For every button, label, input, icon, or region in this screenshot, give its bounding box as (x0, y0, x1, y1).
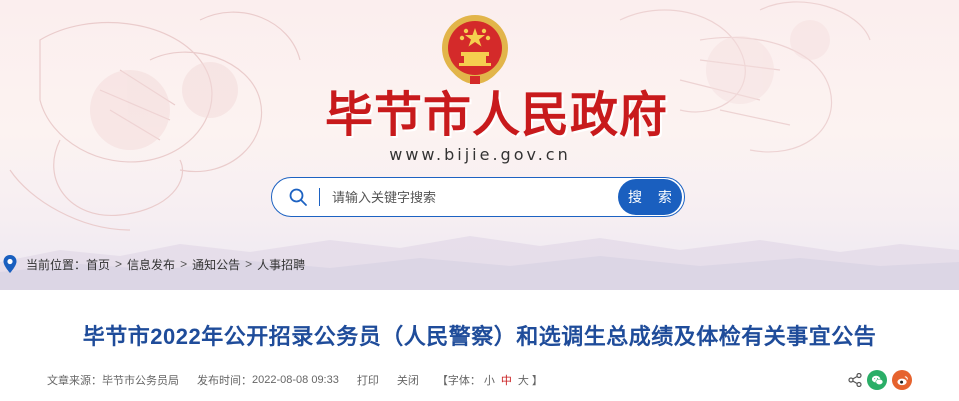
font-size-label: 【字体： (436, 375, 481, 387)
weibo-icon[interactable] (892, 370, 912, 390)
wechat-icon[interactable] (867, 370, 887, 390)
publish-time-label: 发布时间： (197, 375, 252, 387)
search-icon[interactable] (288, 187, 308, 207)
national-emblem-icon (442, 15, 508, 85)
breadcrumb-separator: > (180, 257, 188, 271)
article-panel: 毕节市2022年公开招录公务员（人民警察）和选调生总成绩及体检有关事宜公告 文章… (0, 290, 959, 401)
font-size-medium[interactable]: 中 (501, 372, 512, 388)
publish-time-value: 2022-08-08 09:33 (252, 374, 339, 386)
font-size-small[interactable]: 小 (484, 372, 495, 388)
site-name[interactable]: 毕节市人民政府 (325, 86, 667, 144)
print-button[interactable]: 打印 (357, 372, 379, 388)
share-bar (848, 369, 912, 391)
search-input[interactable] (332, 186, 612, 208)
source-value: 毕节市公务员局 (102, 375, 179, 387)
breadcrumb-separator: > (115, 257, 123, 271)
breadcrumb-hr-recruitment[interactable]: 人事招聘 (257, 256, 305, 273)
breadcrumb-prefix: 当前位置： (26, 257, 87, 272)
search-bar: 搜 索 (271, 177, 685, 217)
article-title: 毕节市2022年公开招录公务员（人民警察）和选调生总成绩及体检有关事宜公告 (82, 324, 877, 349)
font-size-large[interactable]: 大 (518, 372, 529, 388)
breadcrumb-info-release[interactable]: 信息发布 (127, 256, 175, 273)
breadcrumb-separator: > (245, 257, 253, 271)
search-divider (319, 188, 320, 206)
font-size-end: 】 (531, 375, 543, 387)
site-url: www.bijie.gov.cn (389, 145, 571, 164)
share-icon[interactable] (848, 373, 862, 387)
article-meta: 文章来源： 毕节市公务员局 发布时间： 2022-08-08 09:33 打印 … (47, 370, 543, 390)
close-button[interactable]: 关闭 (397, 372, 419, 388)
search-button[interactable]: 搜 索 (618, 179, 682, 215)
breadcrumb-home[interactable]: 首页 (86, 256, 110, 273)
breadcrumb: 当前位置： 首页 > 信息发布 > 通知公告 > 人事招聘 (0, 253, 305, 275)
location-pin-icon (3, 255, 17, 273)
header-banner: 毕节市人民政府 www.bijie.gov.cn 搜 索 当前位置： 首页 > … (0, 0, 959, 290)
breadcrumb-notices[interactable]: 通知公告 (192, 256, 240, 273)
source-label: 文章来源： (47, 375, 102, 387)
